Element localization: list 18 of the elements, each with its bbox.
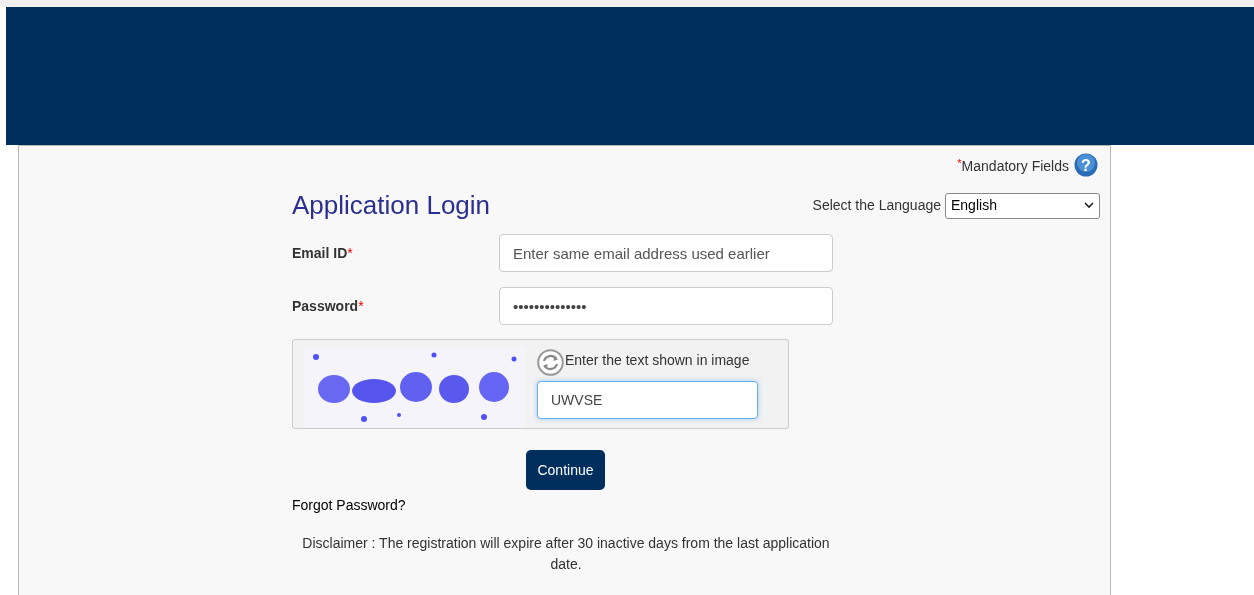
- language-label: Select the Language: [812, 196, 941, 215]
- input-field[interactable]: ••••••••••••••: [499, 287, 833, 325]
- required-asterisk: *: [957, 156, 962, 169]
- mandatory-fields-note: Mandatory Fields: [961, 157, 1069, 176]
- captcha-input[interactable]: UWVSE: [537, 381, 758, 419]
- continue-button[interactable]: Continue: [526, 450, 605, 490]
- disclaimer-text: Disclaimer : The registration will expire after 30 inactive days from the last application date.: [301, 534, 831, 574]
- field-label: Email ID: [292, 243, 348, 263]
- required-asterisk: *: [347, 243, 353, 263]
- required-asterisk: *: [358, 296, 364, 316]
- input-field[interactable]: Enter same email address used earlier: [499, 234, 833, 272]
- refresh-icon[interactable]: [537, 349, 564, 376]
- language-select[interactable]: English: [945, 192, 1100, 219]
- page-title: Application Login: [292, 189, 491, 222]
- forgot-password-link[interactable]: Forgot Password?: [292, 497, 406, 513]
- captcha-prompt: Enter the text shown in image: [565, 351, 750, 370]
- caret-icon: [1084, 202, 1094, 209]
- field-label: Password: [292, 296, 359, 316]
